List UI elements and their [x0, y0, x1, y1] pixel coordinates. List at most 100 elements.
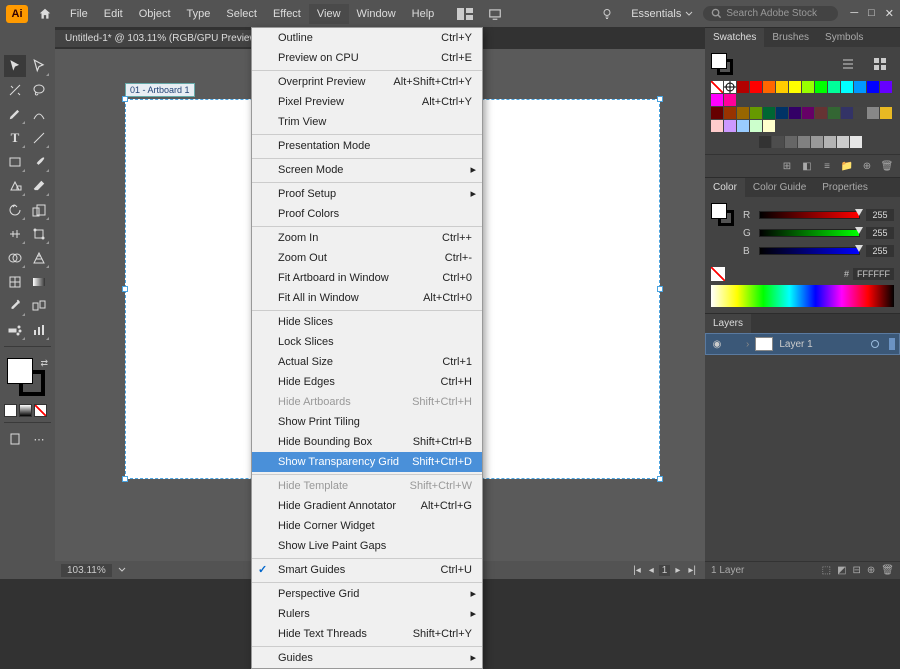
- menu-item-hide-gradient-annotator[interactable]: Hide Gradient AnnotatorAlt+Ctrl+G: [252, 496, 482, 516]
- menu-object[interactable]: Object: [131, 4, 179, 24]
- magic-wand-tool[interactable]: [4, 79, 26, 101]
- next-artboard-button[interactable]: ▸: [672, 565, 683, 576]
- tab-color[interactable]: Color: [705, 178, 745, 197]
- menu-item-preview-on-cpu[interactable]: Preview on CPUCtrl+E: [252, 48, 482, 68]
- swatch[interactable]: [772, 136, 784, 148]
- fill-swatch[interactable]: [7, 358, 33, 384]
- menu-item-zoom-in[interactable]: Zoom InCtrl++: [252, 226, 482, 248]
- tab-layers[interactable]: Layers: [705, 314, 751, 333]
- swatch[interactable]: [750, 120, 762, 132]
- tab-symbols[interactable]: Symbols: [817, 28, 871, 47]
- swatch[interactable]: [867, 81, 879, 93]
- swatch-grid-view-icon[interactable]: [869, 53, 891, 75]
- swatch[interactable]: [759, 136, 771, 148]
- menu-item-rulers[interactable]: Rulers▸: [252, 604, 482, 624]
- rectangle-tool[interactable]: [4, 151, 26, 173]
- lasso-tool[interactable]: [28, 79, 50, 101]
- swatch[interactable]: [763, 81, 775, 93]
- layer-name[interactable]: Layer 1: [779, 339, 812, 350]
- color-spectrum[interactable]: [711, 285, 894, 307]
- menu-item-show-live-paint-gaps[interactable]: Show Live Paint Gaps: [252, 536, 482, 556]
- new-sublayer-icon[interactable]: ⊟: [853, 565, 861, 576]
- selection-handle[interactable]: [122, 476, 128, 482]
- layer-row[interactable]: ◉ › Layer 1: [705, 333, 900, 355]
- swatch[interactable]: [828, 81, 840, 93]
- gradient-tool[interactable]: [28, 271, 50, 293]
- perspective-grid-tool[interactable]: [28, 247, 50, 269]
- swatch[interactable]: [880, 107, 892, 119]
- menu-item-outline[interactable]: OutlineCtrl+Y: [252, 28, 482, 48]
- swatch-none[interactable]: [711, 81, 723, 93]
- selection-tool[interactable]: [4, 55, 26, 77]
- color-slider-g[interactable]: [759, 229, 860, 237]
- swatch[interactable]: [867, 107, 879, 119]
- scale-tool[interactable]: [28, 199, 50, 221]
- swatch[interactable]: [711, 94, 723, 106]
- menu-help[interactable]: Help: [404, 4, 443, 24]
- none-swatch-icon[interactable]: [711, 267, 725, 281]
- menu-item-hide-bounding-box[interactable]: Hide Bounding BoxShift+Ctrl+B: [252, 432, 482, 452]
- layer-target-icon[interactable]: [871, 340, 879, 348]
- none-mode-icon[interactable]: [34, 404, 47, 417]
- curvature-tool[interactable]: [28, 103, 50, 125]
- swatch-libraries-icon[interactable]: ⊞: [780, 159, 794, 173]
- pen-tool[interactable]: [4, 103, 26, 125]
- swatch[interactable]: [854, 81, 866, 93]
- color-value-r[interactable]: 255: [866, 209, 894, 221]
- menu-item-hide-text-threads[interactable]: Hide Text ThreadsShift+Ctrl+Y: [252, 624, 482, 644]
- swatch[interactable]: [724, 120, 736, 132]
- menu-item-fit-artboard-in-window[interactable]: Fit Artboard in WindowCtrl+0: [252, 268, 482, 288]
- swatch[interactable]: [854, 107, 866, 119]
- menu-item-lock-slices[interactable]: Lock Slices: [252, 332, 482, 352]
- swatch[interactable]: [828, 107, 840, 119]
- shape-builder-tool[interactable]: [4, 247, 26, 269]
- draw-mode-icon[interactable]: [4, 428, 26, 450]
- swatch[interactable]: [880, 81, 892, 93]
- color-value-b[interactable]: 255: [866, 245, 894, 257]
- menu-item-guides[interactable]: Guides▸: [252, 646, 482, 668]
- swatch[interactable]: [763, 120, 775, 132]
- new-layer-icon[interactable]: ⊕: [867, 565, 875, 576]
- menu-item-presentation-mode[interactable]: Presentation Mode: [252, 134, 482, 156]
- edit-toolbar-icon[interactable]: ⋯: [28, 428, 50, 450]
- width-tool[interactable]: [4, 223, 26, 245]
- swatch[interactable]: [815, 107, 827, 119]
- workspace-switcher[interactable]: Essentials: [631, 8, 693, 20]
- selection-handle[interactable]: [657, 96, 663, 102]
- type-tool[interactable]: T: [4, 127, 26, 149]
- eyedropper-tool[interactable]: [4, 295, 26, 317]
- bulb-icon[interactable]: [596, 3, 618, 25]
- delete-layer-icon[interactable]: 🗑: [881, 565, 894, 576]
- menu-effect[interactable]: Effect: [265, 4, 309, 24]
- delete-swatch-icon[interactable]: 🗑: [880, 159, 894, 173]
- color-slider-r[interactable]: [759, 211, 860, 219]
- swatch[interactable]: [711, 107, 723, 119]
- swatch[interactable]: [802, 107, 814, 119]
- swatch[interactable]: [815, 81, 827, 93]
- menu-item-fit-all-in-window[interactable]: Fit All in WindowAlt+Ctrl+0: [252, 288, 482, 308]
- color-mode-icon[interactable]: [4, 404, 17, 417]
- menu-item-hide-slices[interactable]: Hide Slices: [252, 310, 482, 332]
- gpu-icon[interactable]: [484, 3, 506, 25]
- swatch[interactable]: [724, 107, 736, 119]
- swatch[interactable]: [841, 107, 853, 119]
- swatch[interactable]: [776, 81, 788, 93]
- close-button[interactable]: ✕: [885, 7, 894, 20]
- menu-item-perspective-grid[interactable]: Perspective Grid▸: [252, 582, 482, 604]
- swatch[interactable]: [711, 120, 723, 132]
- shaper-tool[interactable]: [4, 175, 26, 197]
- first-artboard-button[interactable]: |◂: [630, 565, 644, 576]
- selection-handle[interactable]: [122, 96, 128, 102]
- prev-artboard-button[interactable]: ◂: [646, 565, 657, 576]
- blend-tool[interactable]: [28, 295, 50, 317]
- minimize-button[interactable]: ─: [850, 7, 858, 20]
- artboard-number[interactable]: 1: [659, 565, 671, 576]
- swatch-registration[interactable]: [724, 81, 736, 93]
- zoom-level[interactable]: 103.11%: [61, 564, 112, 577]
- swatch[interactable]: [837, 136, 849, 148]
- menu-item-screen-mode[interactable]: Screen Mode▸: [252, 158, 482, 180]
- swatch[interactable]: [737, 107, 749, 119]
- swatch[interactable]: [737, 81, 749, 93]
- rotate-tool[interactable]: [4, 199, 26, 221]
- swatch-options-icon[interactable]: ≡: [820, 159, 834, 173]
